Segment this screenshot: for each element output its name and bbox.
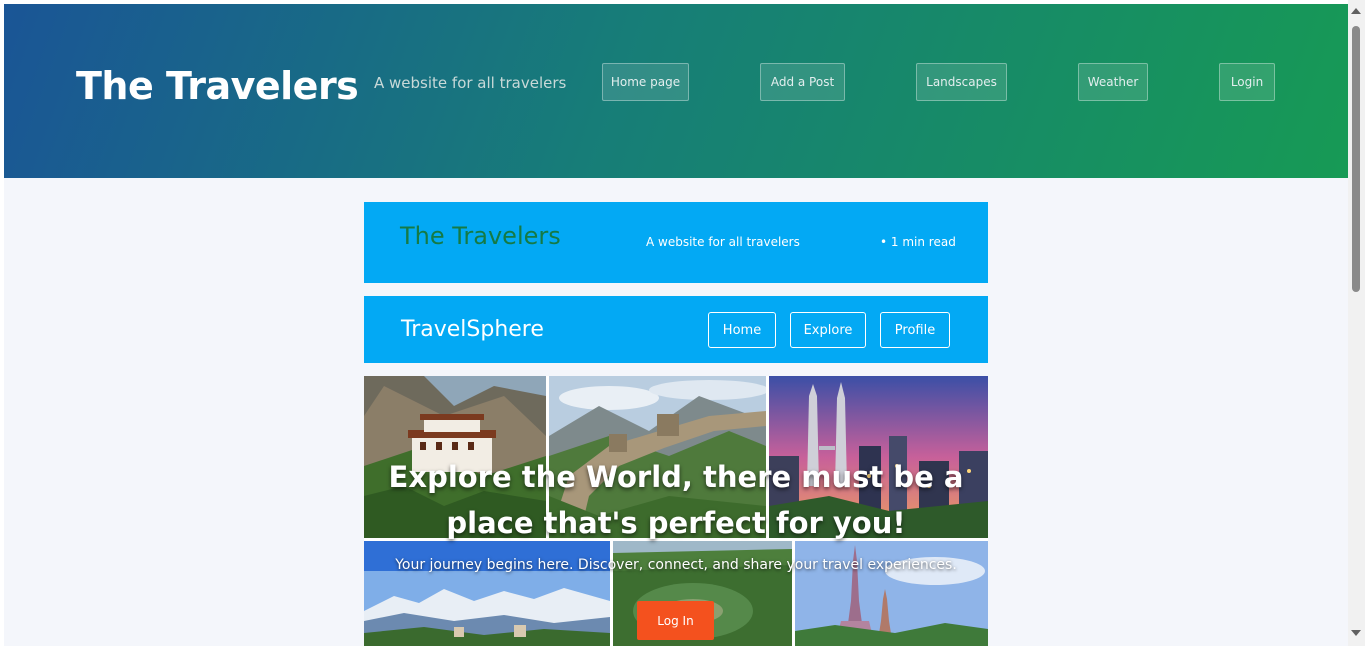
nav-landscapes-button[interactable]: Landscapes	[916, 63, 1007, 101]
post-card-subtitle: A website for all travelers	[646, 235, 800, 249]
travelsphere-navbar: TravelSphere Home Explore Profile	[364, 296, 988, 363]
scroll-down-arrow-icon[interactable]	[1351, 630, 1361, 636]
scroll-thumb[interactable]	[1352, 26, 1360, 292]
site-brand[interactable]: The Travelers	[76, 64, 359, 108]
nav-login-button[interactable]: Login	[1219, 63, 1275, 101]
travelsphere-brand[interactable]: TravelSphere	[401, 317, 544, 342]
travelsphere-home-button[interactable]: Home	[708, 312, 776, 348]
vertical-scrollbar[interactable]	[1348, 0, 1365, 646]
site-tagline: A website for all travelers	[374, 74, 567, 92]
travelsphere-explore-button[interactable]: Explore	[790, 312, 866, 348]
hero-title: Explore the World, there must be a place…	[388, 460, 964, 540]
site-header: The Travelers A website for all traveler…	[4, 4, 1348, 178]
nav-add-post-button[interactable]: Add a Post	[760, 63, 845, 101]
scroll-up-arrow-icon[interactable]	[1351, 8, 1361, 14]
nav-weather-button[interactable]: Weather	[1078, 63, 1148, 101]
post-card-title[interactable]: The Travelers	[400, 222, 561, 250]
travelsphere-profile-button[interactable]: Profile	[880, 312, 950, 348]
hero-subtitle: Your journey begins here. Discover, conn…	[395, 557, 957, 573]
post-card-read-time: • 1 min read	[880, 235, 956, 249]
hero-section: Explore the World, there must be a place…	[364, 376, 988, 646]
page: The Travelers A website for all traveler…	[4, 4, 1348, 646]
hero-login-button[interactable]: Log In	[637, 601, 714, 640]
post-card[interactable]: The Travelers A website for all traveler…	[364, 202, 988, 283]
nav-home-page-button[interactable]: Home page	[602, 63, 689, 101]
